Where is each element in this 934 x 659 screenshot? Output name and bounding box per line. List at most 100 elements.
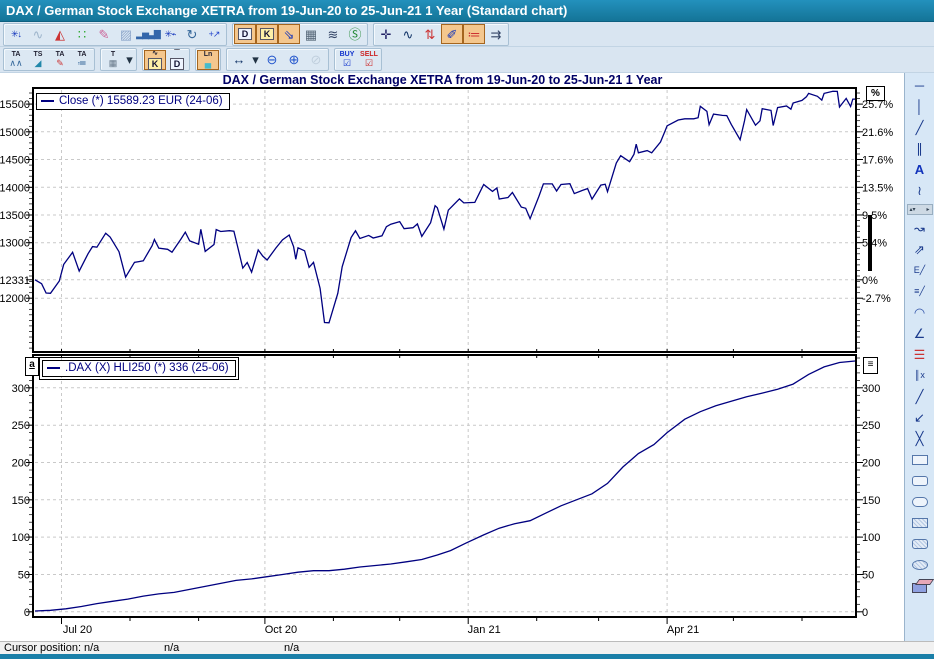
window-title: DAX / German Stock Exchange XETRA from 1… (6, 3, 567, 18)
wave-tool[interactable]: ≀ (908, 181, 932, 200)
ytick-left-price: 12000 (0, 293, 30, 305)
draw-pencil-button[interactable]: ✐ (441, 24, 463, 44)
fibonacci-arcs-tool[interactable]: ◠ (908, 303, 932, 322)
daily-chart-button[interactable]: D (234, 24, 256, 44)
ts-mountain-button[interactable]: TS◢ (27, 50, 49, 70)
ta-mountain-button[interactable]: TA∧∧ (5, 50, 27, 70)
horizontal-line-tool[interactable]: ─ (908, 76, 932, 95)
indicator-lines-button[interactable]: ≋ (322, 24, 344, 44)
add-study-button[interactable]: +↗ (203, 24, 225, 44)
parallel-channel-tool-icon: ≡╱ (914, 287, 925, 296)
capsule-tool-icon (912, 497, 928, 507)
linked-quotes-button[interactable]: ∷ (71, 24, 93, 44)
channel-up-tool-icon: ⇗ (914, 243, 925, 256)
scale-arrows-button[interactable]: ⇅ (419, 24, 441, 44)
ytick-right-price: 21.6% (862, 127, 893, 139)
rounded-rect-tool[interactable] (908, 471, 932, 490)
drawing-tools-sidebar: ─ │ ╱ ∥ A ≀ ▴▾▸ ↝ ⇗ E╱ ≡╱ ◠ ∠ ☰ ║x ╱ ↙ ╳ (904, 73, 934, 641)
fibonacci-lines-tool-icon: ☰ (914, 348, 926, 361)
capsule-tool[interactable] (908, 492, 932, 511)
indicator-legend-label: .DAX (X) HLI250 (*) 336 (25-06) (65, 362, 229, 374)
filled-ellipse-tool-icon (912, 560, 928, 570)
bar-mode-button[interactable]: ‾‾D (166, 50, 188, 70)
bar-spacing-button[interactable]: ↔ (228, 50, 250, 70)
line-mode-button[interactable]: ∿K (144, 50, 166, 70)
candle-chart-button[interactable]: K (256, 24, 278, 44)
layers-box-tool-icon (912, 583, 927, 593)
regression-tool-icon: E╱ (914, 266, 925, 275)
ray-fan-tool[interactable]: ↙ (908, 408, 932, 427)
compress-scale-button[interactable]: ⇘ (278, 24, 300, 44)
parallel-channel-tool[interactable]: ≡╱ (908, 282, 932, 301)
fibonacci-lines-tool[interactable]: ☰ (908, 345, 932, 364)
fibonacci-arcs-tool-icon: ◠ (914, 306, 925, 319)
axis-splitter[interactable]: ▴▾▸ (907, 204, 933, 215)
chart-region: DAX / German Stock Exchange XETRA from 1… (0, 73, 904, 641)
zigzag-list-button[interactable]: ⇉ (485, 24, 507, 44)
gann-grid-tool[interactable]: ║x (908, 366, 932, 385)
parallel-lines-tool-icon: ∥ (916, 142, 923, 155)
trendline-tool-icon: ╱ (916, 121, 924, 134)
volume-bars-button[interactable]: ▂▅▃▇ (137, 24, 159, 44)
buy-order-icon: ☑ (343, 59, 351, 68)
axis-scroll-thumb[interactable] (868, 215, 872, 271)
window-title-bar[interactable]: DAX / German Stock Exchange XETRA from 1… (0, 0, 934, 22)
mode-group: ∿K‾‾D (142, 48, 190, 71)
sell-order-button[interactable]: SELL☑ (358, 50, 380, 70)
price-legend[interactable]: Close (*) 15589.23 EUR (24-06) (36, 93, 230, 110)
indicator-legend[interactable]: .DAX (X) HLI250 (*) 336 (25-06) (42, 360, 236, 377)
draw-group: ✛ ∿ ⇅✐≔⇉ (373, 23, 509, 46)
crosshatch-tool[interactable]: ╳ (908, 429, 932, 448)
parallel-lines-tool[interactable]: ∥ (908, 139, 932, 158)
text-tool[interactable]: A (908, 160, 932, 179)
template-caret-button[interactable]: ▾ (124, 50, 135, 70)
regression-tool[interactable]: E╱ (908, 261, 932, 280)
spacing-caret-button[interactable]: ▾ (250, 50, 261, 70)
fan-lines-tool[interactable]: ∠ (908, 324, 932, 343)
line-indicator-button[interactable]: ✳⌁ (159, 24, 181, 44)
chart-canvas[interactable]: 12000-2.7%123310%130005.4%135009.5%14000… (0, 73, 904, 641)
compare-chart-button[interactable]: ◭ (49, 24, 71, 44)
zoom-reset-icon: ⊘ (311, 53, 322, 66)
ytick-left-hli250: 50 (18, 570, 30, 582)
bar-spacing-icon: ↔ (233, 53, 246, 66)
buy-sell-signals-button[interactable]: Ⓢ (344, 24, 366, 44)
template-grid-button[interactable]: T▦ (102, 50, 124, 70)
rectangle-tool[interactable] (908, 450, 932, 469)
diagonal-line-tool[interactable]: ╱ (908, 387, 932, 406)
log-scale-button[interactable]: Ln▄ (197, 50, 219, 70)
price-series-marker (41, 100, 54, 102)
price-legend-label: Close (*) 15589.23 EUR (24-06) (59, 95, 223, 107)
zoom-in-button[interactable]: ⊕ (283, 50, 305, 70)
zigzag-button[interactable]: ∿ (397, 24, 419, 44)
panel-price: 12000-2.7%123310%130005.4%135009.5%14000… (0, 88, 893, 352)
filled-round-tool[interactable] (908, 534, 932, 553)
refresh-history-button[interactable]: ↻ (181, 24, 203, 44)
line-indicator-icon: ✳⌁ (165, 30, 176, 39)
vertical-line-tool[interactable]: │ (908, 97, 932, 116)
horizontal-line-tool-icon: ─ (915, 79, 924, 92)
crosshair-button[interactable]: ✛ (375, 24, 397, 44)
grid-toggle-button[interactable]: ▦ (300, 24, 322, 44)
panel-menu-button[interactable]: ≡ (863, 357, 878, 374)
layers-box-tool[interactable] (908, 576, 932, 595)
trendline-tool[interactable]: ╱ (908, 118, 932, 137)
extension-line-tool[interactable]: ↝ (908, 219, 932, 238)
zoom-out-button[interactable]: ⊖ (261, 50, 283, 70)
zigzag-icon: ∿ (403, 28, 414, 41)
ta-settings-button[interactable]: TA≔ (71, 50, 93, 70)
zoom-in-icon: ⊕ (289, 53, 300, 66)
autoscale-button[interactable]: a (25, 357, 39, 376)
trendline-disabled-button[interactable]: ∿ (27, 24, 49, 44)
insert-indicator-button[interactable]: ✳↓ (5, 24, 27, 44)
buy-order-button[interactable]: BUY☑ (336, 50, 358, 70)
zoom-reset-button[interactable]: ⊘ (305, 50, 327, 70)
ta-draw-button[interactable]: TA✎ (49, 50, 71, 70)
trend-list-button[interactable]: ≔ (463, 24, 485, 44)
lasso-draw-button[interactable]: ✎ (93, 24, 115, 44)
filled-ellipse-tool[interactable] (908, 555, 932, 574)
channel-up-tool[interactable]: ⇗ (908, 240, 932, 259)
area-pattern-button[interactable]: ▨ (115, 24, 137, 44)
refresh-history-icon: ↻ (187, 28, 198, 41)
filled-rect-tool[interactable] (908, 513, 932, 532)
